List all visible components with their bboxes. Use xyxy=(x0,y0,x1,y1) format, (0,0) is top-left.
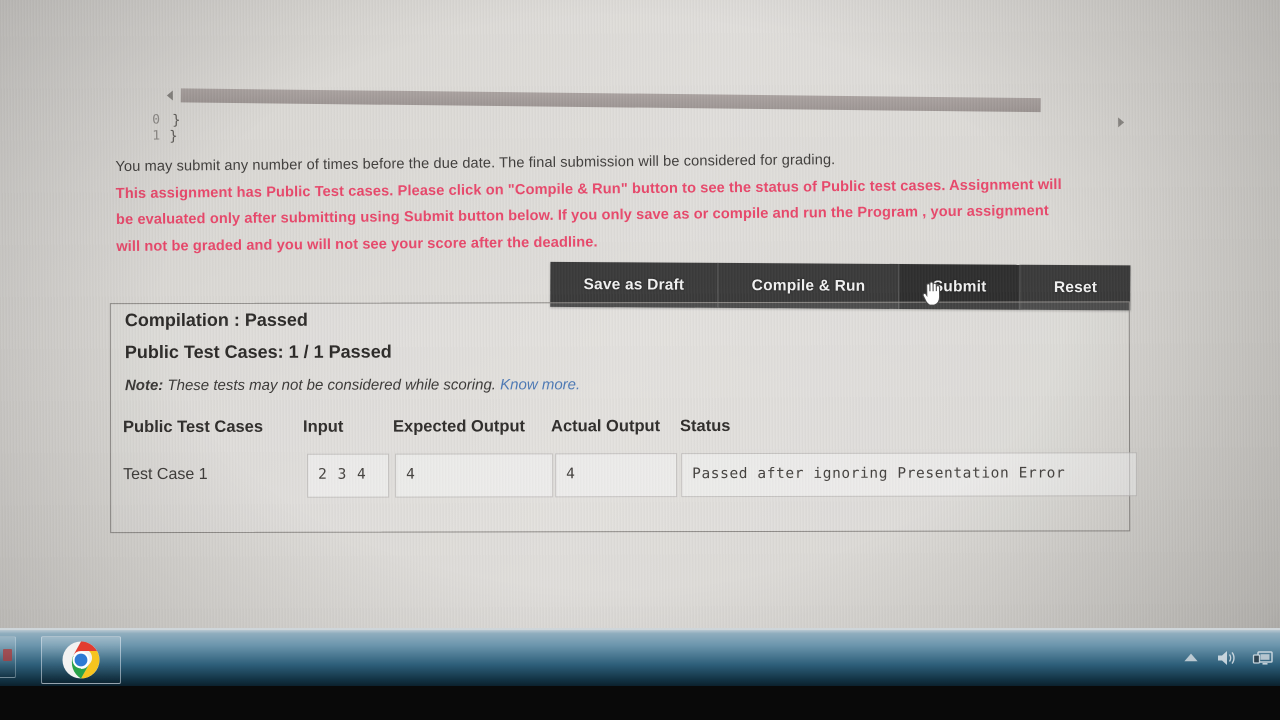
speaker-icon[interactable] xyxy=(1216,647,1238,669)
system-tray xyxy=(1180,640,1274,676)
header-actual-output: Actual Output xyxy=(551,417,661,436)
test-case-actual-output-cell: 4 xyxy=(555,453,678,498)
line-number: 0 xyxy=(152,112,161,128)
save-as-draft-button[interactable]: Save as Draft xyxy=(550,261,719,308)
header-public-test-cases: Public Test Cases xyxy=(123,417,264,437)
test-case-actual-output-value: 4 xyxy=(566,466,576,483)
submission-instructions: You may submit any number of times befor… xyxy=(115,145,1128,260)
code-line: } xyxy=(171,112,181,129)
compilation-status: Compilation : Passed xyxy=(124,309,308,331)
test-case-expected-output-value: 4 xyxy=(406,466,416,483)
test-result-panel: Compilation : Passed Public Test Cases: … xyxy=(109,301,1138,534)
know-more-link[interactable]: Know more. xyxy=(500,376,580,393)
note-prefix: Note: xyxy=(124,377,164,395)
partial-icon-glyph xyxy=(3,649,12,661)
table-row: Test Case 1 2 3 4 4 4 Passed after ignor… xyxy=(123,452,1138,500)
browser-page: 0 1 } } You may submit any number of tim… xyxy=(0,0,1280,657)
editor-horizontal-scrollbar[interactable] xyxy=(166,79,1129,128)
windows-taskbar xyxy=(0,628,1280,720)
header-input: Input xyxy=(303,417,344,436)
triangle-left-icon[interactable] xyxy=(166,90,173,101)
monitor-icon[interactable] xyxy=(1252,647,1274,669)
triangle-right-icon[interactable] xyxy=(1118,117,1125,128)
test-table-header: Public Test Cases Input Expected Output … xyxy=(123,416,1113,442)
screen-photo: 0 1 } } You may submit any number of tim… xyxy=(0,0,1280,720)
code-line: } xyxy=(169,128,178,145)
scoring-note: Note: These tests may not be considered … xyxy=(125,376,580,394)
test-case-expected-output-cell: 4 xyxy=(395,453,554,498)
chevron-up-icon[interactable] xyxy=(1180,647,1202,669)
line-number: 1 xyxy=(152,128,161,144)
test-case-input-value: 2 3 4 xyxy=(318,466,367,483)
monitor-screen: 0 1 } } You may submit any number of tim… xyxy=(0,0,1280,657)
header-status: Status xyxy=(680,417,731,436)
taskbar-bezel xyxy=(0,686,1280,720)
editor-code-lines[interactable]: } } xyxy=(169,112,181,145)
scrollbar-thumb[interactable] xyxy=(180,88,1041,113)
editor-line-numbers: 0 1 xyxy=(140,113,160,145)
taskbar-item-chrome[interactable] xyxy=(41,636,121,684)
test-case-status-cell: Passed after ignoring Presentation Error xyxy=(681,452,1138,498)
header-expected-output: Expected Output xyxy=(393,417,526,436)
public-test-summary: Public Test Cases: 1 / 1 Passed xyxy=(124,341,392,363)
instructions-plain-text: You may submit any number of times befor… xyxy=(115,152,836,176)
taskbar-glass xyxy=(0,628,1280,688)
test-case-status-value: Passed after ignoring Presentation Error xyxy=(692,465,1066,483)
note-text: These tests may not be considered while … xyxy=(163,376,501,395)
test-case-input-cell: 2 3 4 xyxy=(307,453,390,498)
taskbar-partial-icon[interactable] xyxy=(0,636,16,678)
chrome-icon xyxy=(62,641,100,679)
test-case-name: Test Case 1 xyxy=(123,465,208,484)
